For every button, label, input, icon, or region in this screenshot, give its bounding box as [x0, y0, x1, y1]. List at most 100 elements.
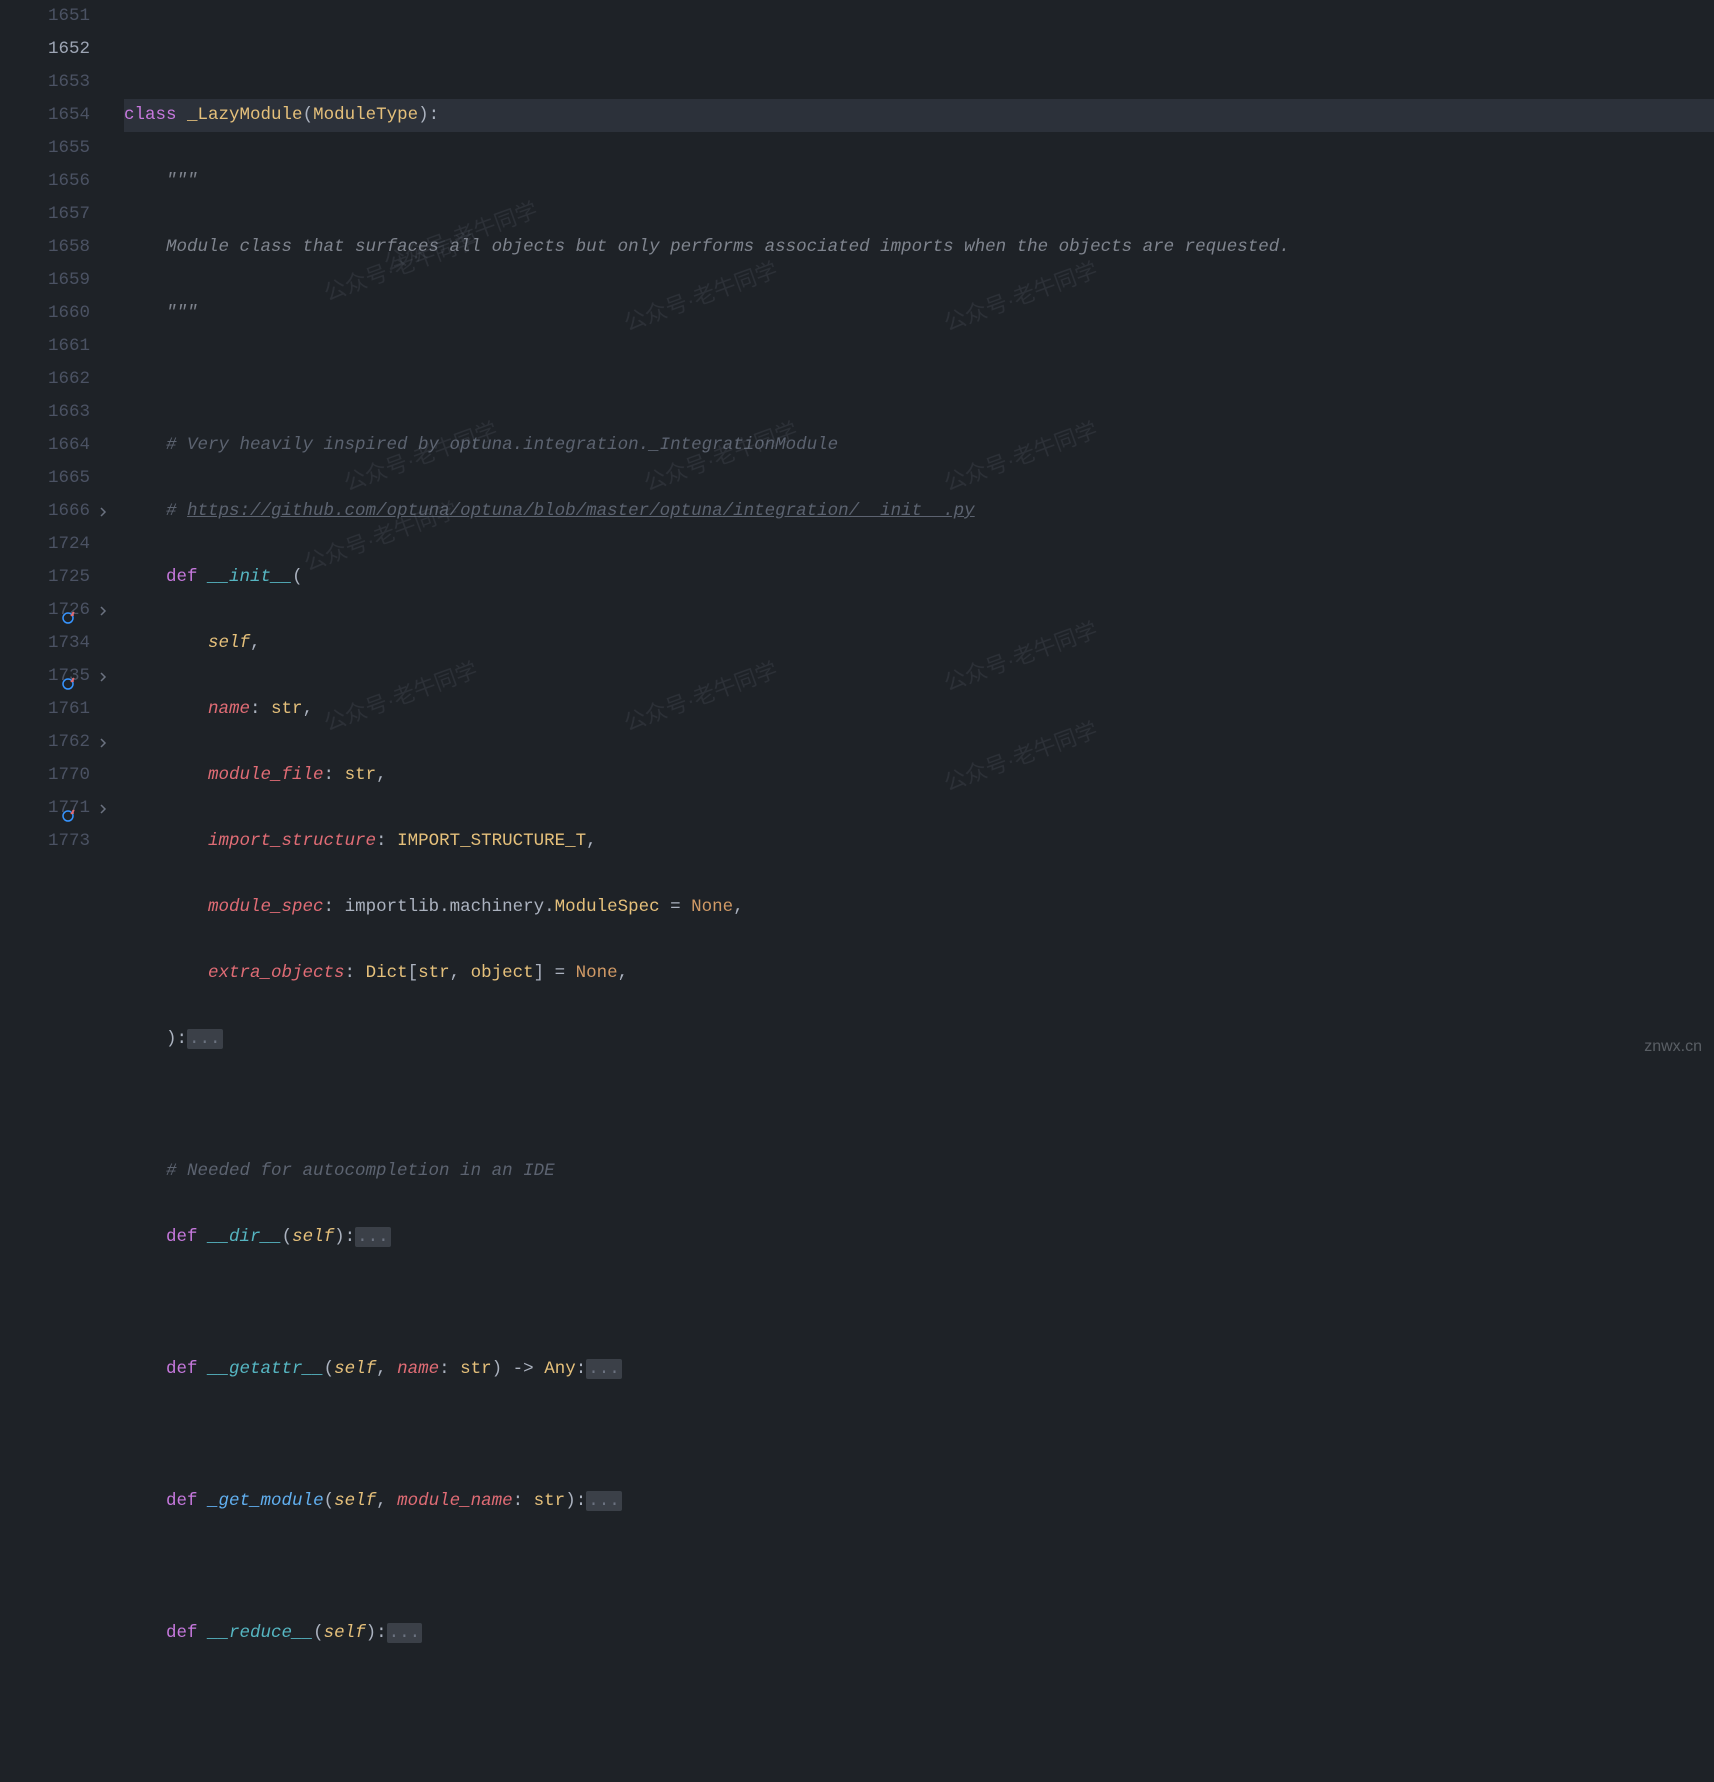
- gutter-line: 1661: [0, 330, 112, 363]
- chevron-right-icon[interactable]: [96, 505, 110, 519]
- module-path: importlib.machinery: [345, 897, 545, 917]
- chevron-right-icon[interactable]: [96, 802, 110, 816]
- line-number: 1725: [40, 561, 90, 594]
- code-line[interactable]: self,: [124, 627, 1714, 660]
- gutter-line: 1771: [0, 792, 112, 825]
- comment: # https://github.com/optuna/optuna/blob/…: [166, 501, 975, 521]
- gutter-line: 1656: [0, 165, 112, 198]
- corner-watermark: znwx.cn: [1644, 1030, 1702, 1063]
- line-number: 1662: [40, 363, 90, 396]
- gutter-line: 1724: [0, 528, 112, 561]
- function-name: __getattr__: [208, 1359, 324, 1379]
- gutter-line: 1735: [0, 660, 112, 693]
- param-self: self: [208, 633, 250, 653]
- code-line[interactable]: class _LazyModule(ModuleType):: [124, 99, 1714, 132]
- code-line[interactable]: def _get_module(self, module_name: str):…: [124, 1485, 1714, 1518]
- param-type: IMPORT_STRUCTURE_T: [397, 831, 586, 851]
- gutter-line: 1666: [0, 495, 112, 528]
- code-line[interactable]: [124, 1683, 1714, 1716]
- line-number: 1654: [40, 99, 90, 132]
- code-line[interactable]: [124, 1419, 1714, 1452]
- code-line[interactable]: extra_objects: Dict[str, object] = None,: [124, 957, 1714, 990]
- param-type: Dict: [366, 963, 408, 983]
- chevron-right-icon[interactable]: [96, 736, 110, 750]
- keyword-def: def: [166, 1359, 198, 1379]
- code-line[interactable]: [124, 33, 1714, 66]
- param-name: import_structure: [208, 831, 376, 851]
- fold-marker[interactable]: ...: [355, 1227, 391, 1247]
- code-line[interactable]: name: str,: [124, 693, 1714, 726]
- line-number: 1666: [40, 495, 90, 528]
- gutter: 1651165216531654165516561657165816591660…: [0, 0, 120, 1071]
- gutter-line: 1659: [0, 264, 112, 297]
- param-type: str: [345, 765, 377, 785]
- param-name: name: [208, 699, 250, 719]
- code-line[interactable]: module_file: str,: [124, 759, 1714, 792]
- line-number: 1770: [40, 759, 90, 792]
- code-line[interactable]: import_structure: IMPORT_STRUCTURE_T,: [124, 825, 1714, 858]
- gutter-line: 1655: [0, 132, 112, 165]
- gutter-line: 1726: [0, 594, 112, 627]
- comment: # Very heavily inspired by optuna.integr…: [166, 435, 838, 455]
- line-number: 1762: [40, 726, 90, 759]
- line-number: 1724: [40, 528, 90, 561]
- param-type: str: [271, 699, 303, 719]
- code-line[interactable]: module_spec: importlib.machinery.ModuleS…: [124, 891, 1714, 924]
- code-line[interactable]: [124, 1287, 1714, 1320]
- code-line[interactable]: # Very heavily inspired by optuna.integr…: [124, 429, 1714, 462]
- gutter-line: 1652: [0, 33, 112, 66]
- line-number: 1656: [40, 165, 90, 198]
- fold-marker[interactable]: ...: [187, 1029, 223, 1049]
- comment: # Needed for autocompletion in an IDE: [166, 1161, 555, 1181]
- line-number: 1659: [40, 264, 90, 297]
- override-gutter-icon[interactable]: [62, 802, 76, 816]
- chevron-right-icon[interactable]: [96, 604, 110, 618]
- code-editor[interactable]: 1651165216531654165516561657165816591660…: [0, 0, 1714, 1071]
- gutter-line: 1651: [0, 0, 112, 33]
- line-number: 1652: [40, 33, 90, 66]
- code-area[interactable]: class _LazyModule(ModuleType): """ Modul…: [120, 0, 1714, 1071]
- docstring: """: [166, 171, 198, 191]
- function-name: _get_module: [208, 1491, 324, 1511]
- function-name: __reduce__: [208, 1623, 313, 1643]
- gutter-line: 1734: [0, 627, 112, 660]
- gutter-line: 1660: [0, 297, 112, 330]
- gutter-line: 1762: [0, 726, 112, 759]
- code-line[interactable]: def __init__(: [124, 561, 1714, 594]
- code-line[interactable]: def __dir__(self):...: [124, 1221, 1714, 1254]
- fold-marker[interactable]: ...: [586, 1359, 622, 1379]
- chevron-right-icon[interactable]: [96, 670, 110, 684]
- gutter-line: 1770: [0, 759, 112, 792]
- fold-marker[interactable]: ...: [586, 1491, 622, 1511]
- gutter-line: 1662: [0, 363, 112, 396]
- code-line[interactable]: ):...: [124, 1023, 1714, 1056]
- gutter-line: 1663: [0, 396, 112, 429]
- line-number: 1734: [40, 627, 90, 660]
- code-line[interactable]: def __getattr__(self, name: str) -> Any:…: [124, 1353, 1714, 1386]
- gutter-line: 1725: [0, 561, 112, 594]
- line-number: 1651: [40, 0, 90, 33]
- keyword-def: def: [166, 1623, 198, 1643]
- line-number: 1655: [40, 132, 90, 165]
- override-gutter-icon[interactable]: [62, 670, 76, 684]
- code-line[interactable]: """: [124, 165, 1714, 198]
- code-line[interactable]: [124, 363, 1714, 396]
- line-number: 1663: [40, 396, 90, 429]
- fold-marker[interactable]: ...: [387, 1623, 423, 1643]
- code-line[interactable]: # Needed for autocompletion in an IDE: [124, 1155, 1714, 1188]
- param-name: extra_objects: [208, 963, 345, 983]
- code-line[interactable]: """: [124, 297, 1714, 330]
- code-line[interactable]: [124, 1089, 1714, 1122]
- code-line[interactable]: [124, 1551, 1714, 1584]
- gutter-line: 1664: [0, 429, 112, 462]
- code-line[interactable]: Module class that surfaces all objects b…: [124, 231, 1714, 264]
- code-line[interactable]: # https://github.com/optuna/optuna/blob/…: [124, 495, 1714, 528]
- docstring: """: [166, 303, 198, 323]
- override-gutter-icon[interactable]: [62, 604, 76, 618]
- line-number: 1661: [40, 330, 90, 363]
- keyword-def: def: [166, 567, 198, 587]
- code-line[interactable]: def __reduce__(self):...: [124, 1617, 1714, 1650]
- keyword-def: def: [166, 1227, 198, 1247]
- comment-url[interactable]: https://github.com/optuna/optuna/blob/ma…: [187, 501, 975, 521]
- gutter-line: 1761: [0, 693, 112, 726]
